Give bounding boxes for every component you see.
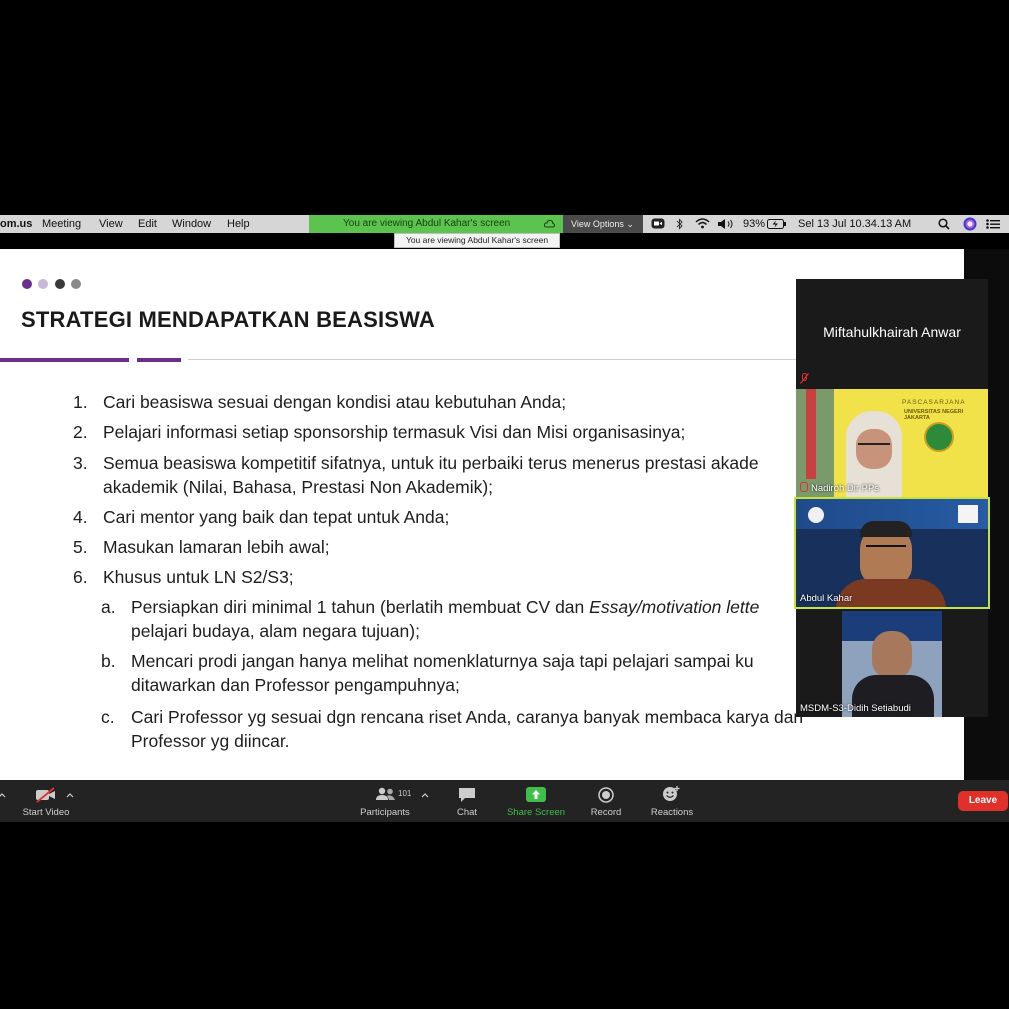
video-tile-abdul-kahar[interactable]: Abdul Kahar xyxy=(794,497,990,609)
viewing-banner-text: You are viewing Abdul Kahar's screen xyxy=(343,218,511,229)
zoom-status-icon[interactable] xyxy=(651,218,665,229)
wifi-icon[interactable] xyxy=(695,217,710,229)
cloud-icon xyxy=(544,219,555,228)
chat-button[interactable]: Chat xyxy=(447,780,487,822)
sublist-item: Persiapkan diri minimal 1 tahun (berlati… xyxy=(131,597,760,617)
list-number: 3. xyxy=(73,453,88,473)
participant-face xyxy=(872,631,912,679)
list-number: 5. xyxy=(73,537,88,557)
menu-view[interactable]: View xyxy=(99,217,123,231)
record-button[interactable]: Record xyxy=(585,780,627,822)
participant-shirt xyxy=(836,579,946,607)
app-menu[interactable]: om.us xyxy=(0,217,32,231)
participants-count: 101 xyxy=(398,789,412,798)
record-label: Record xyxy=(590,807,622,818)
list-item: Pelajari informasi setiap sponsorship te… xyxy=(103,422,686,442)
participants-options-caret[interactable] xyxy=(419,780,431,822)
list-item-continued: akademik (Nilai, Bahasa, Prestasi Non Ak… xyxy=(103,477,494,497)
video-options-caret[interactable] xyxy=(66,780,76,822)
reactions-icon xyxy=(663,786,680,801)
bluetooth-icon[interactable] xyxy=(676,218,684,230)
poster-subtitle: UNIVERSITAS NEGERI JAKARTA xyxy=(904,409,964,421)
participants-label: Participants xyxy=(360,807,410,818)
list-number: 4. xyxy=(73,507,88,527)
video-off-icon xyxy=(36,787,55,803)
list-item: Semua beasiswa kompetitif sifatnya, untu… xyxy=(103,453,759,473)
list-item: Cari beasiswa sesuai dengan kondisi atau… xyxy=(103,392,567,412)
viewing-banner: You are viewing Abdul Kahar's screen xyxy=(309,215,563,233)
video-tile-nadiroh[interactable]: PASCASARJANA UNIVERSITAS NEGERI JAKARTA … xyxy=(796,389,988,497)
search-icon[interactable] xyxy=(938,218,950,230)
university-logo xyxy=(924,422,954,452)
chat-icon xyxy=(459,788,475,802)
video-background xyxy=(806,389,816,479)
participant-hair xyxy=(860,521,912,537)
participant-glasses xyxy=(866,545,906,553)
sublist-letter: a. xyxy=(101,597,116,617)
sublist-item-continued: Professor yg diincar. xyxy=(131,731,290,751)
participant-name-label: Nadiroh Dir PPs xyxy=(800,482,879,494)
slide-dot-4 xyxy=(71,279,81,289)
list-item: Masukan lamaran lebih awal; xyxy=(103,537,330,557)
siri-icon[interactable] xyxy=(963,217,977,231)
control-center-icon[interactable] xyxy=(986,219,1000,229)
share-screen-icon xyxy=(526,787,546,802)
sublist-letter: c. xyxy=(101,707,115,727)
list-number: 2. xyxy=(73,422,88,442)
participants-icon xyxy=(376,787,395,800)
meeting-toolbar: Start Video 101 Participants Chat Share … xyxy=(0,780,1009,822)
reactions-label: Reactions xyxy=(650,807,694,818)
volume-icon[interactable] xyxy=(717,218,737,230)
chevron-up-icon xyxy=(421,793,429,798)
chat-label: Chat xyxy=(456,807,478,818)
chevron-up-icon xyxy=(66,793,74,798)
campus-logo xyxy=(958,505,978,523)
ministry-logo xyxy=(808,507,824,523)
view-options-button[interactable]: View Options ⌄ xyxy=(563,215,643,233)
menu-window[interactable]: Window xyxy=(172,217,211,231)
record-icon xyxy=(598,787,614,803)
datetime[interactable]: Sel 13 Jul 10.34.13 AM xyxy=(798,217,911,231)
mic-muted-icon xyxy=(800,373,809,384)
slide-dot-3 xyxy=(55,279,65,289)
list-item: Cari mentor yang baik dan tepat untuk An… xyxy=(103,507,450,527)
share-screen-button[interactable]: Share Screen xyxy=(503,780,569,822)
leave-button[interactable]: Leave xyxy=(958,791,1008,811)
menu-edit[interactable]: Edit xyxy=(138,217,157,231)
chevron-up-icon xyxy=(0,793,6,798)
mac-menubar: om.us Meeting View Edit Window Help You … xyxy=(0,215,1009,233)
viewing-tooltip: You are viewing Abdul Kahar's screen xyxy=(394,233,560,248)
sublist-item: Cari Professor yg sesuai dgn rencana ris… xyxy=(131,707,804,727)
menu-help[interactable]: Help xyxy=(227,217,250,231)
share-screen-label: Share Screen xyxy=(506,807,566,818)
slide-dot-1 xyxy=(22,279,32,289)
poster-title: PASCASARJANA xyxy=(902,399,966,406)
title-underline-2 xyxy=(137,358,181,362)
video-tile-didih[interactable]: MSDM-S3-Didih Setiabudi xyxy=(796,609,988,717)
sublist-letter: b. xyxy=(101,651,116,671)
battery-charging-icon[interactable] xyxy=(767,219,787,229)
participants-button[interactable]: 101 Participants xyxy=(354,780,416,822)
audio-options-caret[interactable] xyxy=(0,780,14,822)
participant-name-label: MSDM-S3-Didih Setiabudi xyxy=(800,703,911,714)
list-number: 1. xyxy=(73,392,88,412)
sublist-item-continued: pelajari budaya, alam negara tujuan); xyxy=(131,621,420,641)
slide-dot-2 xyxy=(38,279,48,289)
participant-glasses xyxy=(858,443,890,451)
list-item: Khusus untuk LN S2/S3; xyxy=(103,567,294,587)
slide-title: STRATEGI MENDAPATKAN BEASISWA xyxy=(21,307,436,332)
list-number: 6. xyxy=(73,567,88,587)
battery-percent: 93% xyxy=(743,218,766,230)
participant-name-label: Abdul Kahar xyxy=(800,593,853,604)
title-underline-1 xyxy=(0,358,129,362)
mic-muted-icon xyxy=(800,482,808,492)
video-panel[interactable]: Miftahulkhairah Anwar PASCASARJANA UNIVE… xyxy=(794,279,990,717)
sublist-item-continued: ditawarkan dan Professor pengampuhnya; xyxy=(131,675,460,695)
active-speaker-name: Miftahulkhairah Anwar xyxy=(823,324,961,340)
reactions-button[interactable]: Reactions xyxy=(645,780,699,822)
sublist-item: Mencari prodi jangan hanya melihat nomen… xyxy=(131,651,754,671)
menu-meeting[interactable]: Meeting xyxy=(42,217,81,231)
